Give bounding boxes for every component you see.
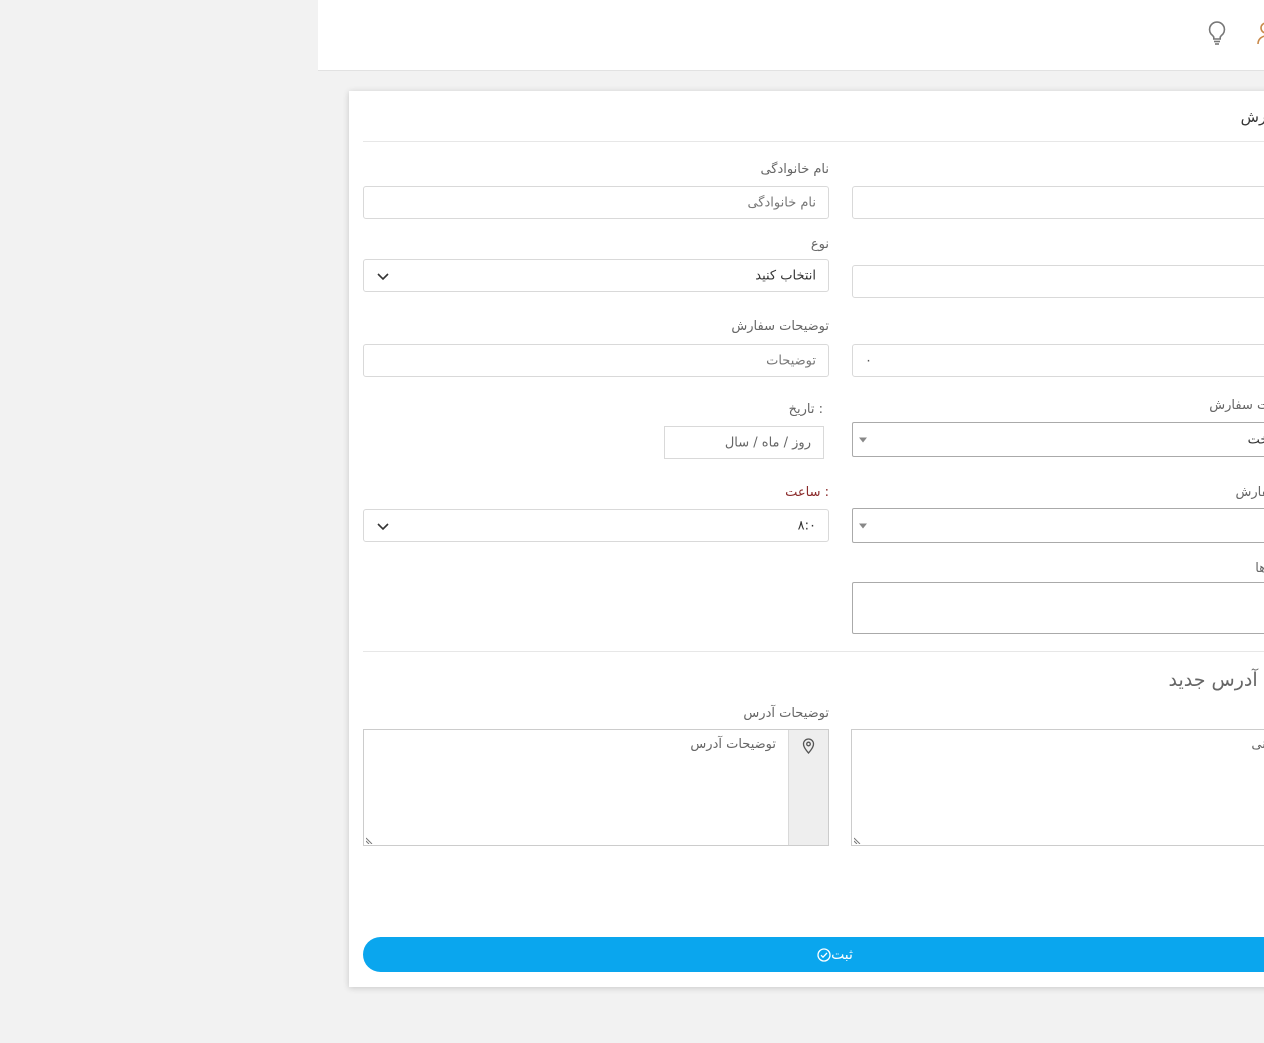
items-label: شن ها xyxy=(1255,561,1264,576)
order-status-value: ر پرداخت xyxy=(1247,432,1264,447)
items-box[interactable] xyxy=(852,582,1264,634)
right-input-3-value: ۰ xyxy=(865,353,872,368)
chevron-down-icon xyxy=(377,522,389,530)
order-status-label: ضعیت سفارش xyxy=(1209,398,1264,413)
time-select[interactable]: ۸:۰ xyxy=(363,509,829,542)
time-label: ساعت : xyxy=(785,485,829,500)
type-label: نوع xyxy=(810,237,829,252)
caret-down-icon xyxy=(859,437,867,442)
address-desc-label: توضیحات آدرس xyxy=(743,706,829,721)
submit-button[interactable]: ثبت xyxy=(363,937,1264,972)
type-select[interactable]: انتخاب کنید xyxy=(363,259,829,292)
type-select-value: انتخاب کنید xyxy=(755,268,816,283)
date-placeholder: روز / ماه / سال xyxy=(724,435,811,450)
last-name-label: نام خانوادگی xyxy=(760,162,829,177)
time-value: ۸:۰ xyxy=(797,518,816,533)
resize-handle-icon[interactable] xyxy=(854,837,861,844)
order-form-card: ش سفارش نام خانوادگی نام خانوادگی نوع ان… xyxy=(349,91,1264,987)
user-icon[interactable] xyxy=(1256,22,1264,50)
address-placeholder: نشانی xyxy=(1251,737,1264,752)
check-circle-icon xyxy=(817,947,831,962)
right-input-1[interactable] xyxy=(852,186,1264,219)
date-label: تاریخ : xyxy=(788,402,823,417)
caret-down-icon xyxy=(859,523,867,528)
card-title: ش سفارش xyxy=(1240,108,1264,126)
address-section-title: یک آدرس جدید xyxy=(1168,669,1264,691)
resize-handle-icon[interactable] xyxy=(366,837,373,844)
address-desc-textarea[interactable]: توضیحات آدرس xyxy=(363,729,829,846)
right-input-3[interactable]: ۰ xyxy=(852,344,1264,377)
order-desc-input[interactable]: توضیحات xyxy=(363,344,829,377)
last-name-input[interactable]: نام خانوادگی xyxy=(363,186,829,219)
submit-label: ثبت xyxy=(831,946,853,963)
top-bar xyxy=(318,0,1264,71)
chevron-down-icon xyxy=(377,272,389,280)
lightbulb-icon[interactable] xyxy=(1206,20,1228,50)
order-type-select[interactable] xyxy=(852,508,1264,543)
address-desc-placeholder: توضیحات آدرس xyxy=(690,737,776,752)
date-input[interactable]: روز / ماه / سال xyxy=(664,426,824,459)
order-desc-placeholder: توضیحات xyxy=(766,353,816,368)
order-type-label: ع سفارش xyxy=(1235,485,1264,500)
last-name-placeholder: نام خانوادگی xyxy=(747,195,816,210)
order-status-select[interactable]: ر پرداخت xyxy=(852,422,1264,457)
divider xyxy=(363,141,1264,142)
right-input-2[interactable] xyxy=(852,265,1264,298)
map-pin-icon xyxy=(802,738,815,754)
address-desc-addon xyxy=(788,730,828,845)
order-desc-label: توضیحات سفارش xyxy=(731,319,829,334)
address-textarea[interactable]: نشانی xyxy=(851,729,1264,846)
divider xyxy=(363,651,1264,652)
